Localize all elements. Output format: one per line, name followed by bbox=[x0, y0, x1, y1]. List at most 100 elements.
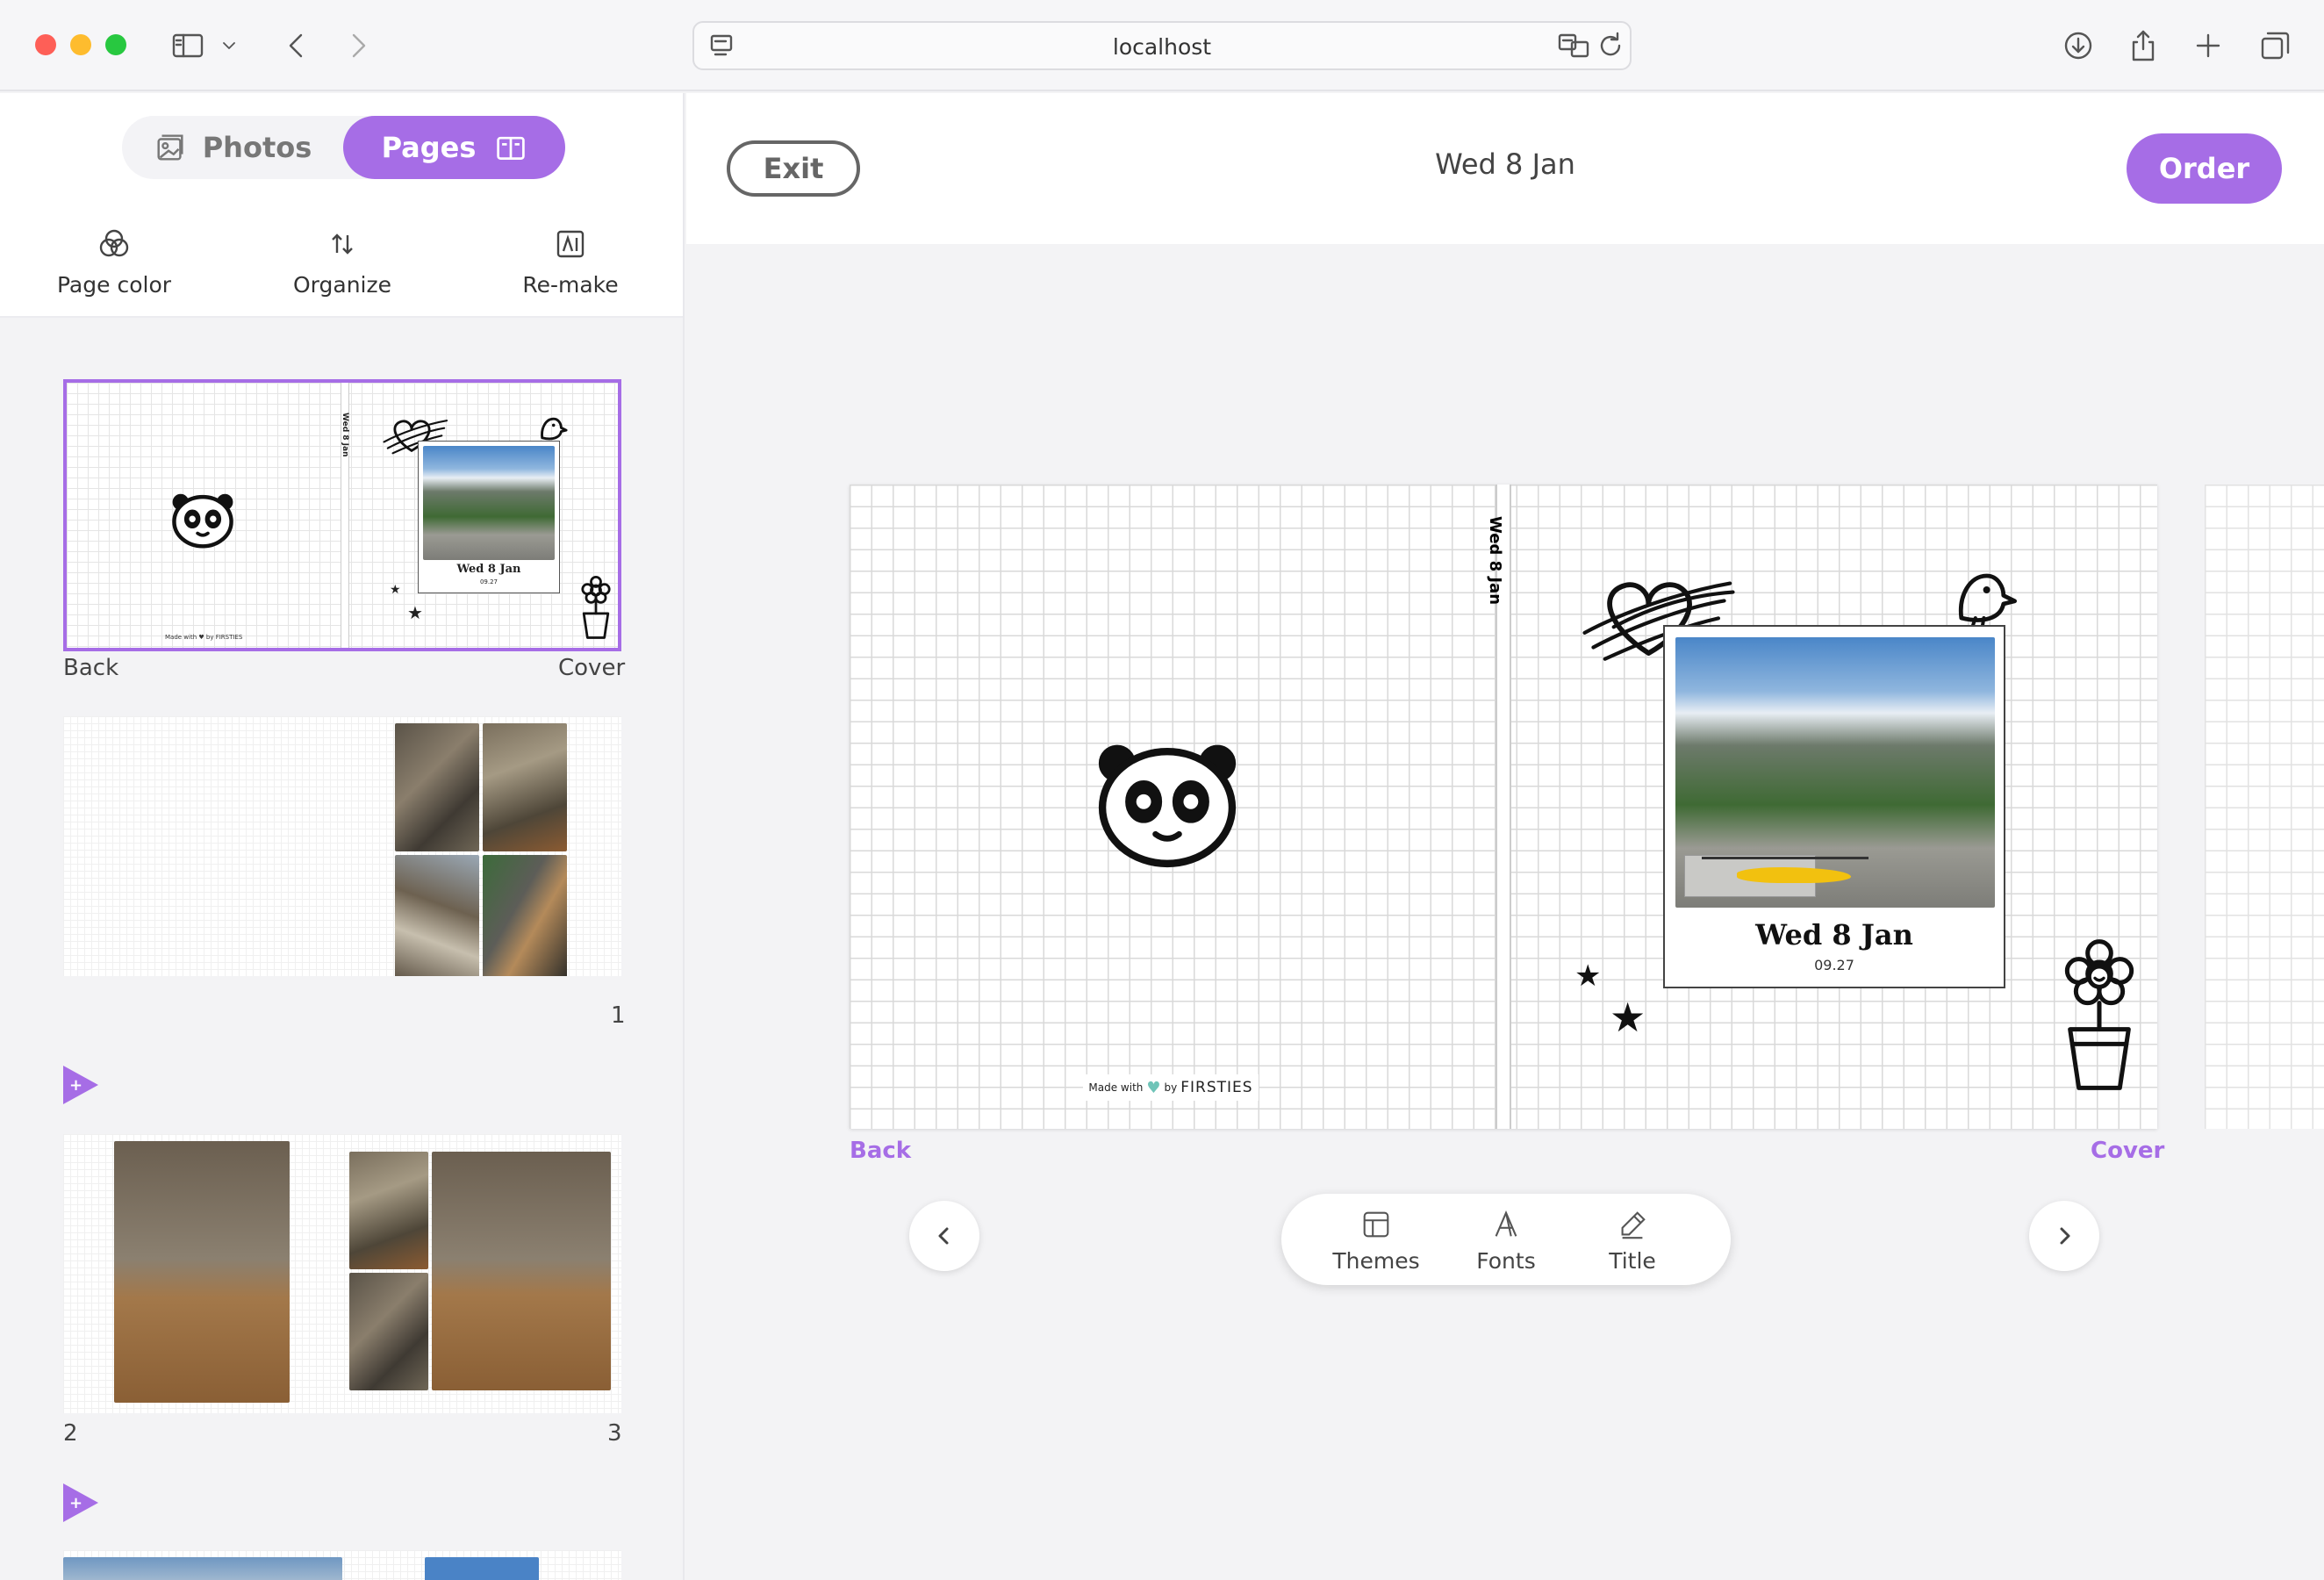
star-icon[interactable]: ★ bbox=[1610, 994, 1646, 1041]
thumb-spine-text: Wed 8 Jan bbox=[341, 413, 349, 457]
tab-photos-label: Photos bbox=[202, 131, 312, 164]
tab-photos[interactable]: Photos bbox=[122, 116, 343, 179]
brand-logo: FIRSTIES bbox=[1180, 1079, 1253, 1096]
thumbnail-spread-1[interactable] bbox=[63, 716, 621, 976]
photo-time: 09.27 bbox=[1814, 957, 1854, 973]
themes-button[interactable]: Themes bbox=[1315, 1208, 1438, 1274]
fonts-icon bbox=[1495, 1210, 1517, 1237]
minimize-window-button[interactable] bbox=[70, 34, 91, 55]
editor-toolbar: Themes Fonts Title bbox=[1281, 1194, 1731, 1285]
cat-photo bbox=[483, 723, 567, 851]
cover-spread[interactable]: Wed 8 Jan Made with ♥ by FIRSTIES Wed 8 … bbox=[850, 485, 2157, 1129]
close-window-button[interactable] bbox=[35, 34, 56, 55]
cover-photo-frame[interactable]: Wed 8 Jan 09.27 bbox=[1663, 625, 2005, 988]
thumb-right-label: 3 bbox=[607, 1420, 622, 1447]
address-bar[interactable]: localhost bbox=[692, 21, 1632, 70]
sidebar: Photos Pages Page color Organize Re-make… bbox=[0, 93, 685, 1580]
bird-icon bbox=[541, 417, 568, 441]
cat-photo bbox=[349, 1273, 428, 1390]
fonts-button[interactable]: Fonts bbox=[1445, 1208, 1567, 1274]
star-icon[interactable]: ★ bbox=[1574, 959, 1601, 994]
back-icon[interactable] bbox=[276, 25, 318, 67]
plus-icon: + bbox=[69, 1494, 83, 1512]
panda-icon[interactable] bbox=[1094, 739, 1241, 868]
view-switcher: Photos Pages bbox=[122, 116, 565, 179]
plus-icon: + bbox=[69, 1076, 83, 1095]
zoom-window-button[interactable] bbox=[105, 34, 126, 55]
remake-tool[interactable]: Re-make bbox=[465, 226, 676, 298]
cat-photo bbox=[114, 1141, 290, 1403]
cat-photo bbox=[432, 1152, 611, 1390]
book-icon bbox=[497, 136, 526, 160]
add-page-button[interactable]: + bbox=[63, 1066, 98, 1104]
forward-icon[interactable] bbox=[337, 25, 379, 67]
thumb-made-with: Made with ♥ by FIRSTIES bbox=[165, 634, 243, 641]
organize-label: Organize bbox=[293, 272, 391, 298]
panda-icon bbox=[172, 493, 233, 549]
flower-pot-icon[interactable] bbox=[2055, 937, 2143, 1101]
title-button[interactable]: Title bbox=[1571, 1208, 1694, 1274]
translate-icon[interactable] bbox=[1553, 25, 1595, 67]
themes-icon bbox=[1363, 1211, 1389, 1238]
next-spread-button[interactable] bbox=[2029, 1201, 2099, 1271]
helicopter-body bbox=[1737, 867, 1851, 883]
pencil-icon bbox=[1621, 1211, 1646, 1239]
editor-header: Exit Wed 8 Jan Order bbox=[686, 93, 2324, 244]
page-color-tool[interactable]: Page color bbox=[9, 226, 219, 298]
organize-icon bbox=[332, 233, 353, 255]
bird-icon[interactable] bbox=[1950, 562, 2020, 632]
thumb-helicopter-photo bbox=[423, 446, 555, 560]
editor: Exit Wed 8 Jan Order Wed 8 Jan Made with… bbox=[686, 93, 2324, 1580]
tab-overview-icon[interactable] bbox=[2254, 25, 2296, 67]
flower-pot-icon bbox=[581, 576, 611, 639]
sidebar-toggle-icon[interactable] bbox=[167, 25, 209, 67]
thumb-photo-title: Wed 8 Jan bbox=[456, 563, 521, 576]
photo-title[interactable]: Wed 8 Jan bbox=[1665, 918, 2004, 952]
back-page-label: Back bbox=[850, 1138, 912, 1164]
thumb-right-label: Cover bbox=[558, 655, 626, 681]
made-with-badge: Made with ♥ by FIRSTIES bbox=[1083, 1074, 1259, 1101]
organize-tool[interactable]: Organize bbox=[237, 226, 448, 298]
chevron-right-icon bbox=[2060, 1227, 2070, 1245]
browser-toolbar: localhost bbox=[0, 0, 2324, 91]
helicopter-photo[interactable] bbox=[1675, 637, 1995, 908]
thumb-left-label: 2 bbox=[63, 1420, 78, 1447]
made-with-text: Made with bbox=[1088, 1081, 1144, 1094]
page-title: Wed 8 Jan bbox=[1435, 147, 1575, 181]
star-icon: ★ bbox=[407, 602, 423, 623]
title-label: Title bbox=[1609, 1248, 1656, 1274]
thumbnail-cover-spread[interactable]: Wed 8 Jan Made with ♥ by FIRSTIES Wed 8 … bbox=[63, 379, 621, 651]
photo bbox=[63, 1557, 342, 1580]
thumb-polaroid: Wed 8 Jan 09.27 bbox=[418, 441, 560, 593]
thumb-left-label: Back bbox=[63, 655, 119, 681]
order-button[interactable]: Order bbox=[2127, 133, 2282, 204]
by-text: by bbox=[1164, 1081, 1178, 1094]
thumbnail-spread-3[interactable] bbox=[63, 1550, 621, 1580]
new-tab-icon[interactable] bbox=[2187, 25, 2229, 67]
thumbnail-spread-2[interactable] bbox=[63, 1134, 621, 1413]
cat-photo bbox=[395, 723, 479, 851]
star-icon: ★ bbox=[390, 583, 401, 597]
previous-spread-button[interactable] bbox=[909, 1201, 979, 1271]
thumb-right-label: 1 bbox=[611, 1002, 626, 1029]
chevron-left-icon bbox=[938, 1227, 949, 1245]
remake-label: Re-make bbox=[522, 272, 619, 298]
reload-icon[interactable] bbox=[1589, 25, 1632, 67]
tab-pages[interactable]: Pages bbox=[343, 116, 565, 179]
cat-photo bbox=[483, 855, 567, 976]
share-icon[interactable] bbox=[2122, 25, 2164, 67]
add-page-button[interactable]: + bbox=[63, 1483, 98, 1522]
chevron-down-icon[interactable] bbox=[216, 25, 242, 67]
helicopter-rotor bbox=[1702, 857, 1869, 859]
photo bbox=[425, 1557, 539, 1580]
fonts-label: Fonts bbox=[1476, 1248, 1536, 1274]
remake-icon bbox=[556, 230, 585, 258]
spine-text[interactable]: Wed 8 Jan bbox=[1486, 516, 1504, 605]
sidebar-header: Photos Pages Page color Organize Re-make bbox=[0, 93, 683, 318]
next-spread-preview[interactable] bbox=[2205, 485, 2324, 1129]
themes-label: Themes bbox=[1332, 1248, 1420, 1274]
tab-pages-label: Pages bbox=[381, 131, 477, 164]
download-icon[interactable] bbox=[2057, 25, 2099, 67]
photos-icon bbox=[157, 134, 183, 161]
heart-icon: ♥ bbox=[1146, 1078, 1161, 1097]
